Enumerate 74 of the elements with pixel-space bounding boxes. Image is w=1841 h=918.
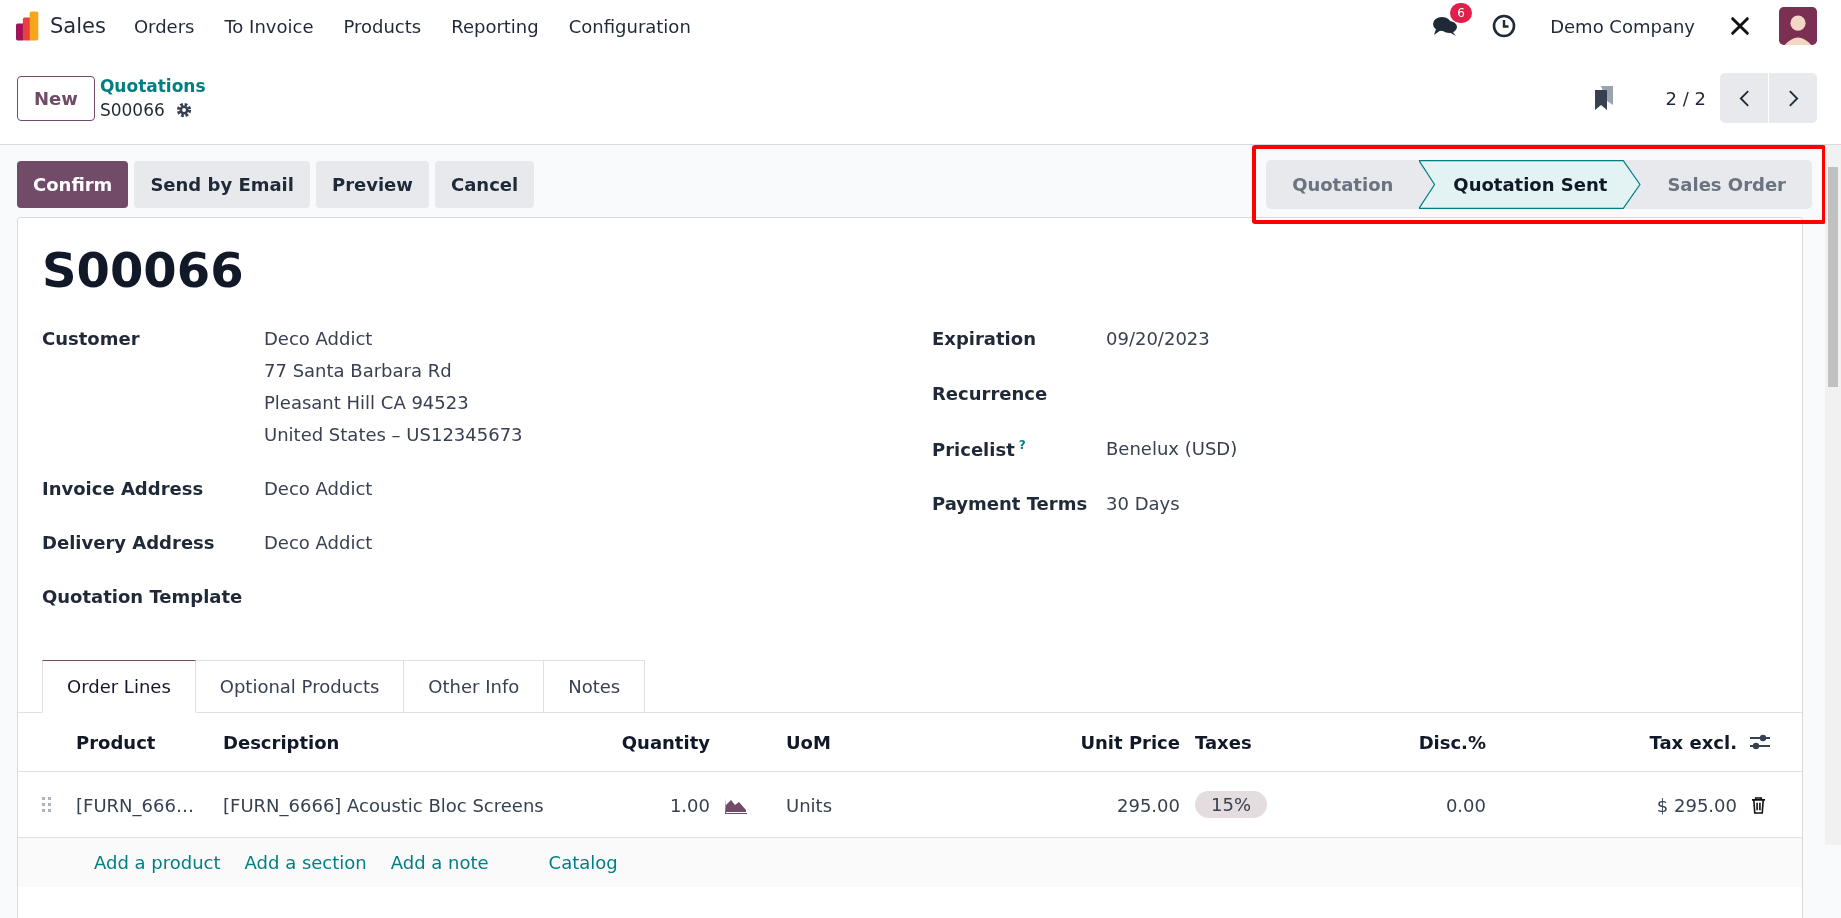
column-header[interactable]: Description: [223, 731, 610, 753]
address-line: 77 Santa Barbara Rd: [264, 360, 453, 381]
tab[interactable]: Notes: [544, 660, 646, 713]
chevron-right-icon: [1787, 88, 1799, 108]
field-value[interactable]: Deco Addict: [264, 328, 523, 349]
breadcrumb-link[interactable]: Quotations: [99, 76, 206, 96]
table-cell-text: [FURN_666…: [76, 794, 195, 819]
menu-item[interactable]: Configuration: [568, 15, 691, 37]
field-label: Quotation Template: [42, 586, 244, 607]
scrollbar[interactable]: [1825, 145, 1841, 845]
menu-item[interactable]: Reporting: [451, 15, 539, 37]
tab[interactable]: Order Lines: [42, 660, 196, 713]
column-header[interactable]: Disc.%: [1330, 731, 1486, 753]
add-line-link[interactable]: Add a product: [94, 852, 221, 873]
add-line-link[interactable]: Catalog: [548, 852, 618, 873]
record-name: S00066: [99, 100, 165, 120]
status-step[interactable]: Quotation: [1266, 159, 1420, 209]
chat-icon[interactable]: [1432, 15, 1459, 37]
field-value[interactable]: 09/20/2023: [1106, 328, 1210, 349]
company-name[interactable]: Demo Company: [1550, 15, 1695, 37]
field-label: Customer: [42, 328, 141, 351]
help-tooltip[interactable]: ?: [1018, 438, 1026, 452]
field-label: Payment Terms: [932, 493, 1088, 514]
tab[interactable]: Optional Products: [195, 660, 405, 713]
action-button[interactable]: Cancel: [434, 160, 535, 208]
add-line-link[interactable]: Add a note: [390, 852, 489, 873]
status-step[interactable]: Sales Order: [1641, 159, 1812, 209]
new-button[interactable]: New: [17, 75, 95, 121]
field-label: Invoice Address: [42, 478, 205, 499]
column-header[interactable]: Product: [76, 731, 223, 753]
settings-icon[interactable]: [174, 101, 193, 119]
field-value[interactable]: Benelux (USD): [1106, 438, 1238, 459]
record-title: S00066: [42, 242, 245, 298]
column-header[interactable]: Taxes: [1180, 731, 1330, 753]
menu-item[interactable]: To Invoice: [224, 15, 314, 37]
status-step[interactable]: Quotation Sent: [1419, 159, 1642, 209]
field-label: Delivery Address: [42, 532, 216, 553]
trash-icon[interactable]: [1751, 797, 1766, 814]
field-label: Recurrence: [932, 383, 1048, 404]
tab[interactable]: Other Info: [404, 660, 545, 713]
address-line: United States – US12345673: [264, 424, 523, 445]
bookmark-icon[interactable]: [1593, 85, 1614, 111]
notification-badge: 6: [1450, 3, 1472, 23]
table-cell-text: Units: [786, 794, 834, 818]
column-header[interactable]: Unit Price: [986, 731, 1180, 753]
avatar[interactable]: [1779, 7, 1817, 45]
pager-value: 2 / 2: [1665, 87, 1706, 109]
action-button[interactable]: Send by Email: [134, 160, 310, 208]
table-cell-text: 295.00: [1116, 794, 1180, 818]
field-value[interactable]: 30 Days: [1106, 493, 1180, 514]
tax-tag: 15%: [1195, 791, 1267, 818]
app-name[interactable]: Sales: [50, 14, 106, 38]
address-line: Pleasant Hill CA 94523: [264, 392, 470, 413]
field-label: Expiration: [932, 328, 1036, 349]
menu-item[interactable]: Orders: [133, 15, 195, 37]
add-line-link[interactable]: Add a section: [244, 852, 367, 873]
field-value[interactable]: Deco Addict: [264, 532, 373, 553]
table-cell-text: 1.00: [668, 794, 710, 818]
app-logo-icon[interactable]: [16, 11, 40, 41]
action-button[interactable]: Confirm: [17, 160, 129, 208]
clock-icon[interactable]: [1492, 14, 1517, 38]
column-header[interactable]: Tax excl.: [1486, 731, 1737, 753]
menu-item[interactable]: Products: [343, 15, 422, 37]
table-cell-text: 0.00: [1444, 794, 1486, 818]
chevron-left-icon: [1738, 88, 1750, 108]
action-button[interactable]: Preview: [315, 160, 429, 208]
drag-handle-icon[interactable]: [42, 797, 52, 813]
field-label: Pricelist: [932, 439, 1015, 460]
column-settings-icon[interactable]: [1749, 732, 1771, 752]
table-cell-text: [FURN_6666] Acoustic Bloc Screens: [223, 794, 545, 819]
column-header[interactable]: UoM: [786, 731, 986, 753]
table-cell-text: $ 295.00: [1655, 794, 1737, 818]
column-header[interactable]: Quantity: [610, 731, 710, 753]
field-value[interactable]: Deco Addict: [264, 478, 373, 499]
